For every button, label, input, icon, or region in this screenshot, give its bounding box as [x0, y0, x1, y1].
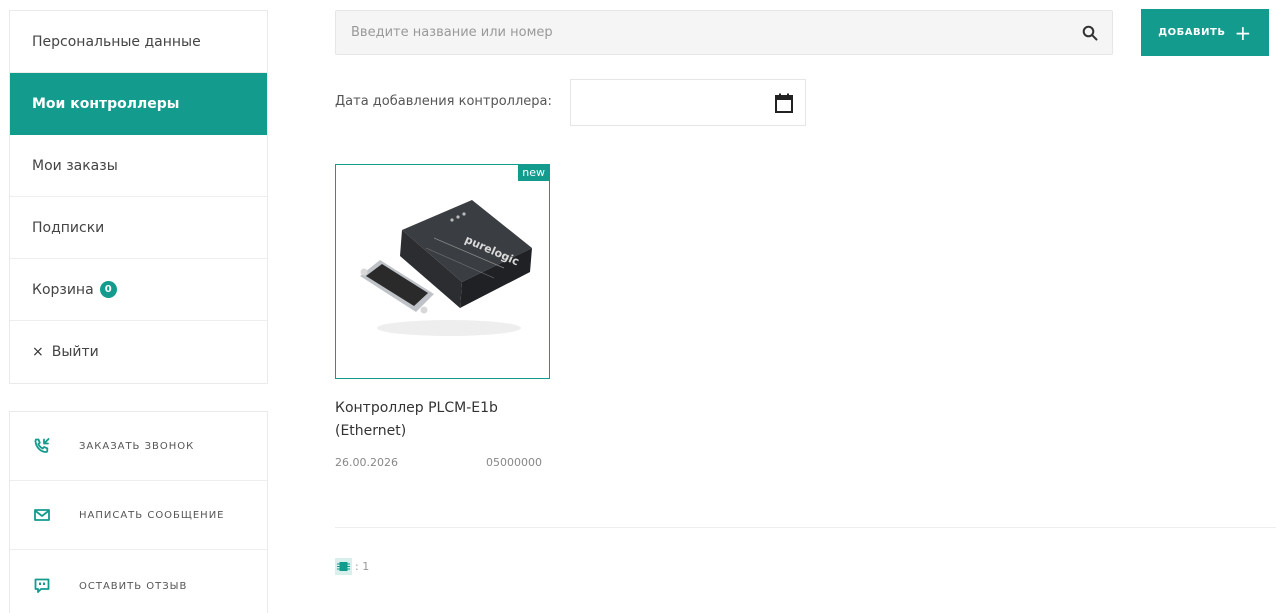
product-number: 05000000: [486, 456, 542, 469]
divider: [335, 527, 1276, 528]
sidebar-item-label: Мои контроллеры: [32, 95, 180, 112]
request-call-button[interactable]: ЗАКАЗАТЬ ЗВОНОК: [10, 412, 267, 481]
cart-count-badge: 0: [99, 281, 117, 298]
product-date: 26.00.2026: [335, 456, 398, 469]
sidebar-item-personal-data[interactable]: Персональные данные: [10, 11, 267, 73]
sidebar-item-label: Выйти: [51, 344, 99, 360]
sidebar-item-label: Мои заказы: [32, 157, 118, 174]
product-title[interactable]: Контроллер PLCM-E1b (Ethernet): [335, 397, 565, 443]
phone-icon: [33, 437, 51, 455]
contact-item-label: ЗАКАЗАТЬ ЗВОНОК: [79, 440, 195, 452]
search-bar: [335, 10, 1113, 55]
controller-count-text: : 1: [355, 560, 370, 573]
contact-item-label: ОСТАВИТЬ ОТЗЫВ: [79, 580, 188, 592]
add-controller-button[interactable]: ДОБАВИТЬ +: [1141, 9, 1269, 56]
leave-review-button[interactable]: ОСТАВИТЬ ОТЗЫВ: [10, 550, 267, 613]
plus-icon: +: [1234, 20, 1252, 45]
date-filter-label: Дата добавления контроллера:: [335, 94, 552, 109]
search-icon[interactable]: [1080, 23, 1100, 43]
write-message-button[interactable]: НАПИСАТЬ СООБЩЕНИЕ: [10, 481, 267, 550]
controller-chip-icon: [335, 558, 352, 575]
sidebar-item-my-orders[interactable]: Мои заказы: [10, 135, 267, 197]
search-input[interactable]: [336, 11, 1080, 54]
contact-panel: ЗАКАЗАТЬ ЗВОНОК НАПИСАТЬ СООБЩЕНИЕ ОСТАВ…: [9, 411, 268, 613]
add-button-label: ДОБАВИТЬ: [1158, 27, 1226, 38]
close-icon: ×: [32, 344, 44, 360]
sidebar-item-label: Подписки: [32, 219, 105, 236]
sidebar-item-my-controllers[interactable]: Мои контроллеры: [10, 73, 267, 135]
sidebar-item-label: Корзина: [32, 281, 94, 298]
sidebar-item-logout[interactable]: × Выйти: [10, 321, 267, 383]
controller-count: : 1: [335, 558, 369, 575]
contact-item-label: НАПИСАТЬ СООБЩЕНИЕ: [79, 509, 225, 521]
calendar-icon[interactable]: [775, 93, 793, 113]
product-image: purelogic: [360, 200, 532, 336]
envelope-icon: [33, 506, 51, 524]
chat-quote-icon: [33, 577, 51, 595]
sidebar-item-subscriptions[interactable]: Подписки: [10, 197, 267, 259]
date-filter-input[interactable]: [570, 79, 806, 126]
sidebar-item-label: Персональные данные: [32, 33, 201, 50]
sidebar-nav: Персональные данные Мои контроллеры Мои …: [9, 10, 268, 384]
new-badge: new: [518, 165, 549, 181]
product-card[interactable]: new purelogic: [335, 164, 550, 379]
sidebar-item-cart[interactable]: Корзина 0: [10, 259, 267, 321]
